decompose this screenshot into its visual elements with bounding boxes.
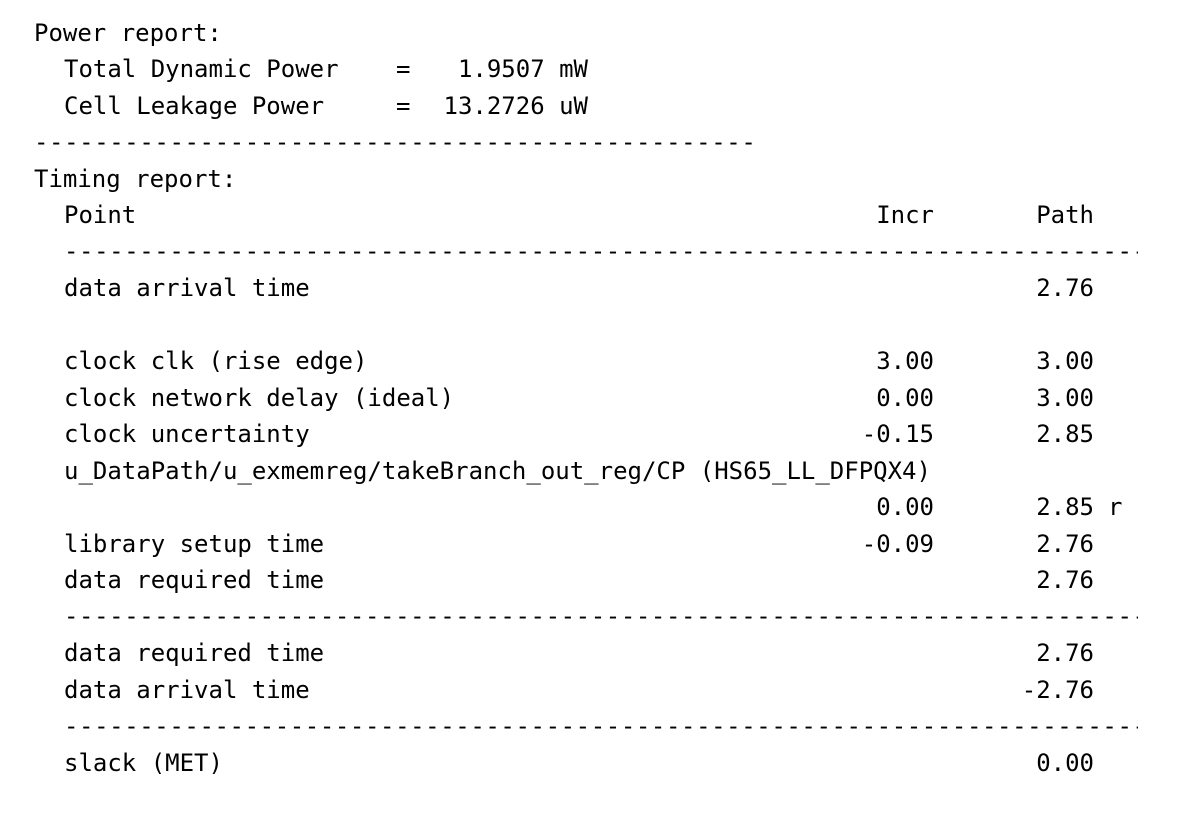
row-incr: 3.00: [876, 347, 934, 375]
row-path: 2.85: [1036, 493, 1094, 521]
row-point: clock network delay (ideal): [64, 384, 455, 412]
row-incr: 0.00: [876, 384, 934, 412]
column-header-path: Path: [1036, 201, 1094, 229]
row-path: 2.76: [1036, 274, 1094, 302]
row-point: data required time: [64, 566, 325, 594]
dynamic-power-value: 1.9507 mW: [457, 55, 588, 83]
column-header-incr: Incr: [876, 201, 934, 229]
row-incr: -0.15: [861, 420, 934, 448]
leakage-power-label: Cell Leakage Power: [64, 92, 325, 120]
leakage-power-value: 13.2726 uW: [443, 92, 589, 120]
timing-separator-2: ----------------------------------------…: [64, 602, 1138, 630]
row-point: library setup time: [64, 530, 325, 558]
row-incr: -0.09: [861, 530, 934, 558]
row-point: u_DataPath/u_exmemreg/takeBranch_out_reg…: [64, 457, 931, 485]
row-point: data required time: [64, 639, 325, 667]
row-path: 2.76: [1036, 566, 1094, 594]
row-edge-flag: r: [1108, 493, 1123, 521]
row-path: 3.00: [1036, 384, 1094, 412]
power-separator: ----------------------------------------…: [34, 128, 760, 156]
row-path: 3.00: [1036, 347, 1094, 375]
timing-separator-1: ----------------------------------------…: [64, 237, 1138, 265]
row-point: clock clk (rise edge): [64, 347, 368, 375]
row-point: clock uncertainty: [64, 420, 310, 448]
row-path: 2.76: [1036, 639, 1094, 667]
row-path: 2.85: [1036, 420, 1094, 448]
row-incr: 0.00: [876, 493, 934, 521]
slack-value: 0.00: [1036, 749, 1094, 777]
slack-label: slack (MET): [64, 749, 223, 777]
timing-separator-3: ----------------------------------------…: [64, 712, 1138, 740]
row-point: data arrival time: [64, 676, 310, 704]
row-path: 2.76: [1036, 530, 1094, 558]
timing-report-heading: Timing report:: [34, 165, 237, 193]
row-path: -2.76: [1021, 676, 1094, 704]
column-header-point: Point: [64, 201, 137, 229]
power-report-heading: Power report:: [34, 19, 222, 47]
dynamic-power-label: Total Dynamic Power: [64, 55, 339, 83]
row-point: data arrival time: [64, 274, 310, 302]
